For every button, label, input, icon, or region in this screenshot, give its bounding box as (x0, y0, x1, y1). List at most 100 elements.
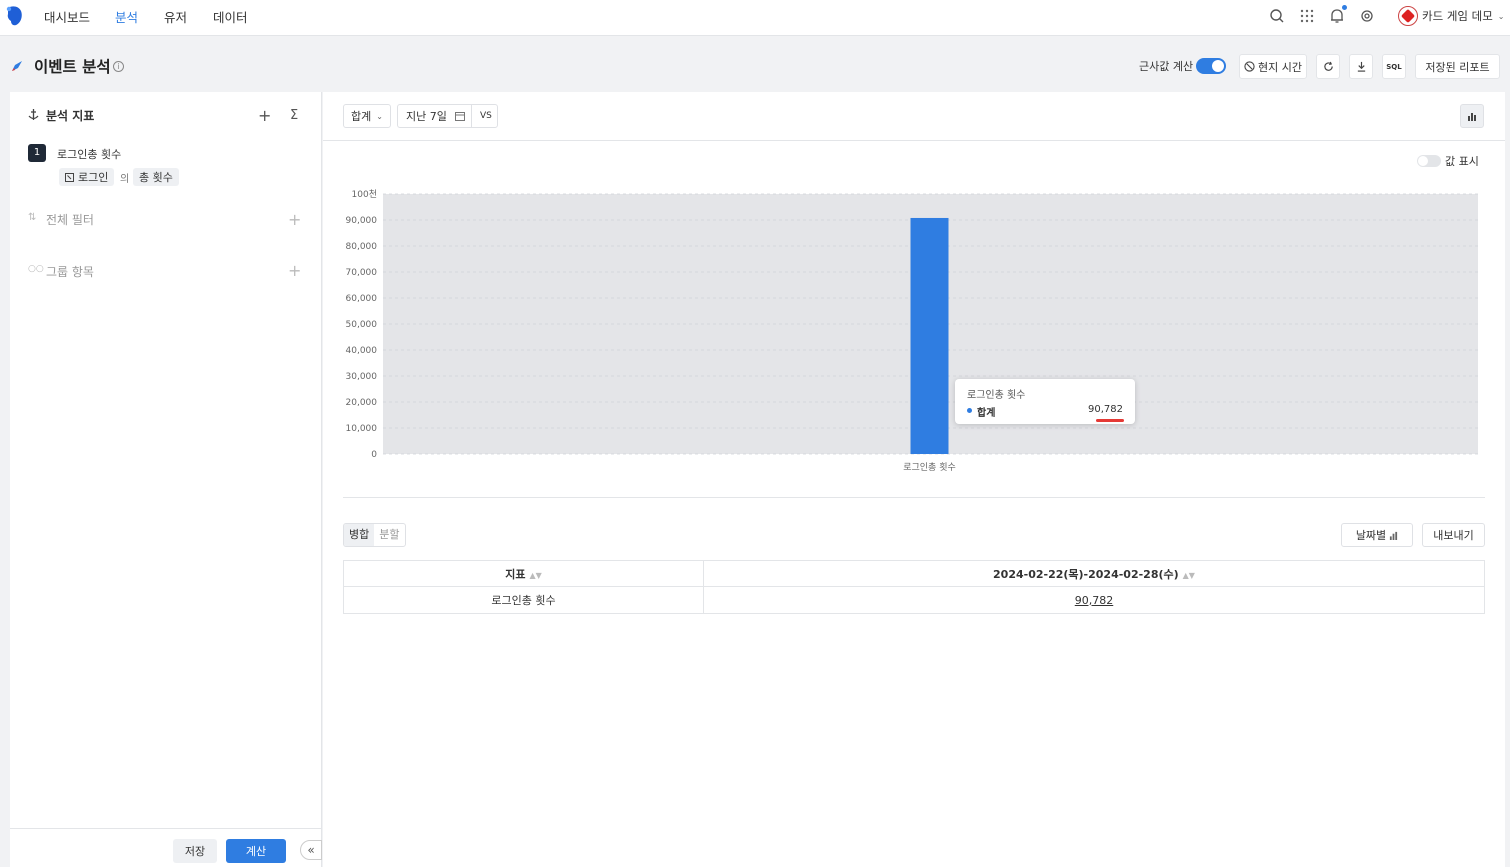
metric-name[interactable]: 로그인총 횟수 (57, 146, 121, 162)
tooltip-title: 로그인총 횟수 (967, 390, 1026, 401)
page-title: 이벤트 분석 (34, 58, 111, 76)
show-values-toggle[interactable] (1417, 155, 1441, 167)
chevron-down-icon: ⌄ (1497, 11, 1505, 21)
nav-item-data[interactable]: 데이터 (213, 7, 248, 26)
aggregation-select[interactable]: 합계 ⌄ (343, 104, 391, 128)
approx-calc-label: 근사값 계산 (1139, 60, 1194, 73)
metric-index-badge: 1 (28, 144, 46, 162)
compare-vs-button[interactable]: VS (480, 111, 492, 121)
chart-divider (343, 497, 1485, 498)
y-tick-label: 20,000 (346, 398, 378, 408)
y-tick-label: 100천 (352, 189, 377, 200)
nav-item-dashboard[interactable]: 대시보드 (44, 7, 90, 26)
date-range-value: 지난 7일 (406, 110, 447, 123)
tooltip-series-dot (967, 408, 972, 413)
x-tick-label: 로그인총 횟수 (903, 461, 956, 473)
bar (910, 217, 949, 454)
event-chip-label: 로그인 (78, 171, 109, 184)
group-section-title: 그룹 항목 (46, 265, 94, 279)
apps-grid-icon[interactable] (1298, 7, 1316, 25)
y-tick-label: 70,000 (346, 268, 378, 278)
y-tick-label: 10,000 (346, 424, 378, 434)
local-time-button[interactable]: 현지 시간 (1239, 54, 1307, 79)
refresh-icon (1323, 61, 1333, 71)
globe-icon (1244, 61, 1255, 72)
calculate-button[interactable]: 계산 (226, 839, 286, 863)
rocket-icon (12, 61, 22, 71)
settings-icon[interactable] (1358, 7, 1376, 25)
filter-icon: ⇅ (28, 212, 37, 223)
bar-chart-icon (1390, 531, 1398, 540)
group-icon: ○○ (28, 264, 44, 274)
event-icon (65, 172, 74, 182)
by-date-button[interactable]: 날짜별 (1341, 523, 1413, 547)
metrics-section-title: 분석 지표 (46, 109, 95, 123)
approx-calc-toggle[interactable] (1196, 58, 1226, 74)
column-header-metric[interactable]: 지표 ▲▼ (343, 560, 704, 587)
y-tick-label: 30,000 (346, 372, 378, 382)
bar-chart-icon (1468, 113, 1476, 121)
column-header-date-label: 2024-02-22(목)-2024-02-28(수) (993, 567, 1179, 581)
y-tick-label: 80,000 (346, 242, 378, 252)
filter-section-title: 전체 필터 (46, 213, 94, 227)
y-tick-label: 40,000 (346, 346, 378, 356)
aggregation-select-value: 합계 (351, 110, 372, 123)
chevron-down-icon: ⌄ (376, 111, 383, 121)
add-group-button[interactable]: + (288, 263, 301, 279)
project-avatar (1398, 6, 1418, 26)
sql-button[interactable]: SQL (1382, 54, 1406, 79)
collapse-panel-button[interactable]: « (300, 840, 322, 860)
y-tick-label: 0 (371, 450, 377, 460)
local-time-label: 현지 시간 (1258, 60, 1302, 74)
toolbar-divider (323, 140, 1505, 141)
table-row: 로그인총 횟수 90,782 (343, 586, 1485, 614)
results-panel: 합계 ⌄ 지난 7일 VS 값 표시 0 10,000 20,000 30,000 40… (323, 92, 1505, 867)
add-metric-button[interactable]: + (258, 108, 271, 124)
cell-value[interactable]: 90,782 (703, 586, 1485, 614)
sort-icon[interactable]: ▲▼ (1183, 571, 1195, 580)
add-filter-button[interactable]: + (288, 212, 301, 228)
by-date-label: 날짜별 (1355, 529, 1387, 542)
project-name: 카드 게임 데모 (1422, 9, 1493, 23)
results-table: 지표 ▲▼ 2024-02-22(목)-2024-02-28(수) ▲▼ 로그인총 … (343, 560, 1485, 614)
saved-reports-button[interactable]: 저장된 리포트 (1415, 54, 1500, 79)
aggregation-chip[interactable]: 총 횟수 (133, 168, 179, 186)
calendar-icon (454, 112, 465, 121)
info-icon[interactable]: i (113, 61, 124, 72)
nav-item-analysis[interactable]: 분석 (115, 7, 138, 26)
save-button[interactable]: 저장 (173, 839, 217, 863)
of-label: 의 (120, 174, 130, 185)
download-icon (1357, 61, 1365, 72)
chart-type-button[interactable] (1460, 104, 1484, 128)
chart-tooltip: 로그인총 횟수 합계 90,782 (955, 379, 1135, 424)
download-button[interactable] (1349, 54, 1373, 79)
y-tick-label: 90,000 (346, 216, 378, 226)
event-chip[interactable]: 로그인 (59, 168, 115, 186)
tooltip-series-name: 합계 (977, 408, 996, 419)
brand-logo-icon[interactable] (4, 4, 24, 28)
query-builder-panel: 분석 지표 + Σ 1 로그인총 횟수 로그인 의 총 횟수 ⇅ 전체 필터 +… (10, 92, 322, 867)
anchor-icon (28, 109, 39, 120)
tab-split[interactable]: 분할 (374, 524, 404, 546)
nav-item-users[interactable]: 유저 (164, 7, 187, 26)
view-mode-toggle[interactable]: 병합 분할 (343, 523, 406, 547)
refresh-button[interactable] (1316, 54, 1340, 79)
y-tick-label: 60,000 (346, 294, 378, 304)
export-button[interactable]: 내보내기 (1422, 523, 1485, 547)
value-highlight-mark (1096, 419, 1124, 422)
panel-footer: 저장 계산 (10, 828, 321, 867)
notification-dot (1342, 5, 1347, 10)
tab-merge[interactable]: 병합 (344, 524, 375, 546)
bar-chart: 0 10,000 20,000 30,000 40,000 50,000 60,000 70,… (346, 189, 1478, 473)
column-header-date[interactable]: 2024-02-22(목)-2024-02-28(수) ▲▼ (703, 560, 1485, 587)
search-icon[interactable] (1268, 7, 1286, 25)
formula-sigma-button[interactable]: Σ (290, 108, 298, 124)
cell-metric-name: 로그인총 횟수 (343, 586, 704, 614)
sort-icon[interactable]: ▲▼ (529, 571, 541, 580)
top-nav: 대시보드 분석 유저 데이터 카드 게임 데모 ⌄ (0, 0, 1510, 36)
date-range-picker[interactable]: 지난 7일 VS (397, 104, 498, 128)
y-tick-label: 50,000 (346, 320, 378, 330)
project-selector[interactable]: 카드 게임 데모 ⌄ (1398, 5, 1505, 27)
tooltip-value: 90,782 (1088, 404, 1123, 415)
show-values-label: 값 표시 (1445, 155, 1479, 168)
